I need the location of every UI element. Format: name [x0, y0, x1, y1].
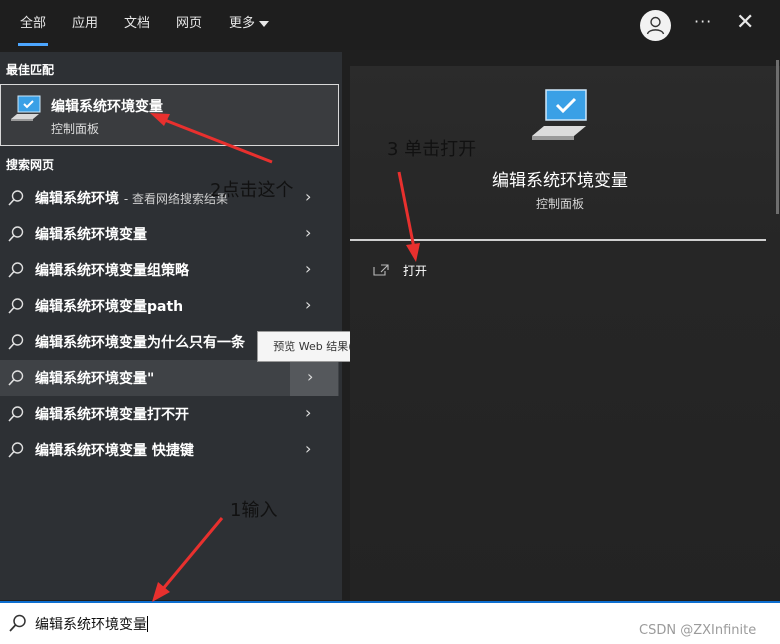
annotation-arrows [150, 113, 420, 602]
annotation-step3: 3 单击打开 [387, 139, 477, 160]
annotation-step1: 1输入 [230, 500, 278, 521]
annotation-step2: 2点击这个 [210, 180, 294, 201]
windows-search-window: 全部 应用 文档 网页 更多 ··· ✕ 最佳匹配 编辑系统环境变量 控制面板 [0, 0, 780, 644]
